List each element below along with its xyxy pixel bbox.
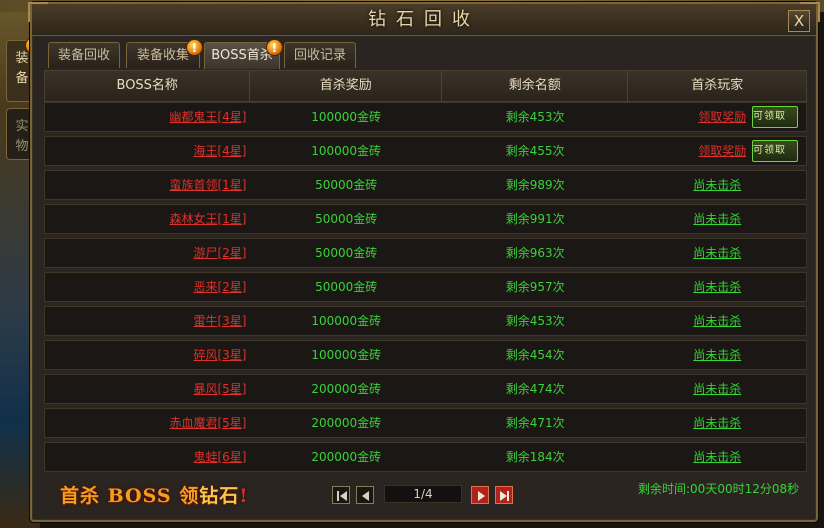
reward-value: 100000金砖: [311, 144, 382, 158]
tab-equipment-recycle[interactable]: 装备回收: [48, 42, 120, 68]
tab-label: 回收记录: [293, 48, 346, 63]
column-header-remaining: 剩余名额: [442, 71, 629, 101]
last-page-button[interactable]: [495, 486, 513, 504]
reward-value: 50000金砖: [315, 246, 378, 260]
table-row: 碎风[3星] 100000金砖 剩余454次 尚未击杀: [44, 340, 807, 370]
first-kill-promo-banner: 首杀 BOSS 领钻石!: [60, 481, 249, 508]
boss-name-link[interactable]: 蛮族首领[1星]: [169, 178, 246, 192]
column-header-boss-name: BOSS名称: [45, 71, 251, 101]
banner-text-part1: 首杀 BOSS 领: [60, 485, 200, 507]
reward-value: 50000金砖: [315, 280, 378, 294]
boss-name-link[interactable]: 海王[4星]: [193, 144, 246, 158]
claim-reward-link[interactable]: 领取奖励: [698, 110, 746, 124]
remaining-value: 剩余453次: [505, 314, 565, 328]
not-killed-link[interactable]: 尚未击杀: [693, 348, 741, 362]
remaining-value: 剩余963次: [505, 246, 565, 260]
alert-icon: !: [266, 39, 283, 56]
boss-name-link[interactable]: 雷牛[3星]: [193, 314, 246, 328]
window-title: 钻石回收: [368, 9, 480, 30]
remaining-value: 剩余453次: [505, 110, 565, 124]
boss-name-link[interactable]: 赤血魔君[5星]: [169, 416, 246, 430]
not-killed-link[interactable]: 尚未击杀: [693, 212, 741, 226]
boss-name-link[interactable]: 森林女王[1星]: [169, 212, 246, 226]
boss-name-link[interactable]: 鬼蛙[6星]: [193, 450, 246, 464]
not-killed-link[interactable]: 尚未击杀: [693, 246, 741, 260]
claimable-button[interactable]: 可领取: [751, 140, 798, 162]
table-row: 海王[4星] 100000金砖 剩余455次 领取奖励 可领取: [44, 136, 807, 166]
first-page-icon-bar: [337, 491, 339, 501]
first-page-button[interactable]: [332, 486, 350, 504]
remaining-value: 剩余454次: [505, 348, 565, 362]
reward-value: 100000金砖: [311, 110, 382, 124]
prev-page-button[interactable]: [356, 486, 374, 504]
tab-label: BOSS首杀: [211, 48, 273, 63]
not-killed-link[interactable]: 尚未击杀: [693, 314, 741, 328]
boss-name-link[interactable]: 幽都鬼王[4星]: [169, 110, 246, 124]
page-indicator: 1/4: [384, 485, 462, 503]
last-page-icon: [500, 491, 507, 501]
table-row: 雷牛[3星] 100000金砖 剩余453次 尚未击杀: [44, 306, 807, 336]
reward-value: 50000金砖: [315, 212, 378, 226]
window-titlebar: 钻石回收 X: [32, 4, 816, 36]
table-row: 赤血魔君[5星] 200000金砖 剩余471次 尚未击杀: [44, 408, 807, 438]
table-row: 幽都鬼王[4星] 100000金砖 剩余453次 领取奖励 可领取: [44, 102, 807, 132]
not-killed-link[interactable]: 尚未击杀: [693, 450, 741, 464]
tab-label: 装备回收: [57, 48, 110, 63]
next-page-button[interactable]: [471, 486, 489, 504]
remaining-value: 剩余184次: [505, 450, 565, 464]
table-row: 恶来[2星] 50000金砖 剩余957次 尚未击杀: [44, 272, 807, 302]
not-killed-link[interactable]: 尚未击杀: [693, 382, 741, 396]
claimable-button[interactable]: 可领取: [751, 106, 798, 128]
prev-page-icon: [362, 491, 369, 501]
banner-text-part3: !: [239, 485, 249, 507]
first-page-icon: [340, 491, 347, 501]
reward-value: 100000金砖: [311, 348, 382, 362]
column-header-player: 首杀玩家: [691, 78, 744, 93]
not-killed-link[interactable]: 尚未击杀: [693, 178, 741, 192]
last-page-icon-bar: [507, 491, 509, 501]
column-header-reward: 首杀奖励: [250, 71, 442, 101]
remaining-value: 剩余957次: [505, 280, 565, 294]
boss-name-link[interactable]: 碎风[3星]: [193, 348, 246, 362]
close-button[interactable]: X: [788, 10, 810, 32]
table-row: 鬼蛙[6星] 200000金砖 剩余184次 尚未击杀: [44, 442, 807, 472]
boss-name-link[interactable]: 暴风[5星]: [193, 382, 246, 396]
remaining-value: 剩余989次: [505, 178, 565, 192]
not-killed-link[interactable]: 尚未击杀: [693, 416, 741, 430]
tab-equipment-collect[interactable]: 装备收集 !: [126, 39, 203, 68]
remaining-value: 剩余471次: [505, 416, 565, 430]
table-row: 森林女王[1星] 50000金砖 剩余991次 尚未击杀: [44, 204, 807, 234]
table-row: 游尸[2星] 50000金砖 剩余963次 尚未击杀: [44, 238, 807, 268]
reward-value: 100000金砖: [311, 314, 382, 328]
tab-recycle-records[interactable]: 回收记录: [284, 42, 356, 68]
remaining-value: 剩余455次: [505, 144, 565, 158]
boss-first-kill-table: BOSS名称 首杀奖励 剩余名额 首杀玩家 幽都鬼王[4星] 100000金砖 …: [44, 70, 807, 472]
remaining-value: 剩余991次: [505, 212, 565, 226]
tab-boss-first-kill[interactable]: BOSS首杀 !: [204, 39, 283, 69]
countdown-timer: 剩余时间:00天00时12分08秒: [638, 482, 800, 496]
reward-value: 200000金砖: [311, 450, 382, 464]
reward-value: 200000金砖: [311, 416, 382, 430]
claim-reward-link[interactable]: 领取奖励: [698, 144, 746, 158]
table-header: BOSS名称 首杀奖励 剩余名额 首杀玩家: [44, 70, 807, 102]
tab-label: 装备收集: [136, 48, 189, 63]
boss-name-link[interactable]: 恶来[2星]: [193, 280, 246, 294]
next-page-icon: [478, 491, 485, 501]
boss-name-link[interactable]: 游尸[2星]: [193, 246, 246, 260]
remaining-value: 剩余474次: [505, 382, 565, 396]
reward-value: 50000金砖: [315, 178, 378, 192]
alert-icon: !: [186, 39, 203, 56]
not-killed-link[interactable]: 尚未击杀: [693, 280, 741, 294]
reward-value: 200000金砖: [311, 382, 382, 396]
table-row: 暴风[5星] 200000金砖 剩余474次 尚未击杀: [44, 374, 807, 404]
table-row: 蛮族首领[1星] 50000金砖 剩余989次 尚未击杀: [44, 170, 807, 200]
banner-text-part2: 钻石: [199, 485, 240, 507]
